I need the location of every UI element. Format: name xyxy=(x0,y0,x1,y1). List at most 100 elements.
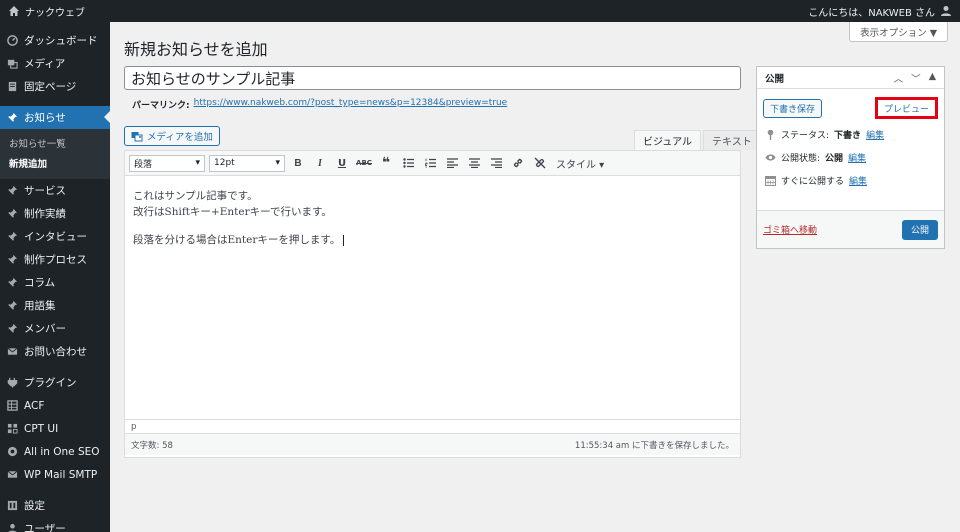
tab-visual[interactable]: ビジュアル xyxy=(634,130,701,150)
publish-visibility-row: 公開状態: 公開 編集 xyxy=(757,146,944,169)
home-icon[interactable] xyxy=(8,5,20,17)
settings-icon xyxy=(6,500,18,512)
grid-icon xyxy=(6,423,18,435)
editor-toolbar: 段落 ▾ 12pt ▾ B I U ABC ❝ スタイル ▾ xyxy=(125,151,740,176)
media-icon xyxy=(131,131,143,141)
blockquote-icon[interactable]: ❝ xyxy=(377,154,395,172)
align-right-icon[interactable] xyxy=(487,154,505,172)
editor-content-area[interactable]: これはサンプル記事です。 改行はShiftキー+Enterキーで行います。 段落を… xyxy=(125,176,740,419)
pin-icon xyxy=(765,129,776,140)
sidebar-item-interview[interactable]: インタビュー xyxy=(0,225,110,248)
publish-box-footer: ゴミ箱へ移動 公開 xyxy=(757,210,944,248)
sidebar-subitem-add-new[interactable]: 新規追加 xyxy=(0,153,110,173)
publish-schedule-row: すぐに公開する 編集 xyxy=(757,169,944,192)
grid-icon xyxy=(6,400,18,412)
post-title-input[interactable]: お知らせのサンプル記事 xyxy=(124,66,741,90)
word-count: 文字数: 58 xyxy=(131,440,173,451)
bold-icon[interactable]: B xyxy=(289,154,307,172)
text-caret xyxy=(343,234,345,246)
edit-status-link[interactable]: 編集 xyxy=(866,128,884,141)
chevron-down-icon: ▾ xyxy=(195,158,200,168)
sidebar-item-news[interactable]: お知らせ xyxy=(0,106,110,129)
permalink-label: パーマリンク: xyxy=(132,101,190,111)
sidebar-item-services[interactable]: サービス xyxy=(0,179,110,202)
sidebar-item-settings[interactable]: 設定 xyxy=(0,494,110,517)
move-to-trash-link[interactable]: ゴミ箱へ移動 xyxy=(763,223,817,236)
numbered-list-icon[interactable] xyxy=(421,154,439,172)
permalink-url[interactable]: https://www.nakweb.com/?post_type=news&p… xyxy=(194,98,508,111)
add-media-button[interactable]: メディアを追加 xyxy=(124,126,220,146)
font-size-select[interactable]: 12pt ▾ xyxy=(209,154,285,172)
edit-schedule-link[interactable]: 編集 xyxy=(849,174,867,187)
sidebar-item-column[interactable]: コラム xyxy=(0,271,110,294)
link-icon[interactable] xyxy=(509,154,527,172)
user-greeting[interactable]: こんにちは、NAKWEB さん xyxy=(808,4,935,19)
sidebar-item-acf[interactable]: ACF xyxy=(0,394,110,417)
sidebar-item-aioseo[interactable]: All in One SEO xyxy=(0,440,110,463)
main-content: 表示オプション ▼ 新規お知らせを追加 お知らせのサンプル記事 パーマリンク: … xyxy=(110,22,960,532)
format-select[interactable]: 段落 ▾ xyxy=(129,154,205,172)
sidebar-item-contact[interactable]: お問い合わせ xyxy=(0,340,110,363)
sidebar-item-users[interactable]: ユーザー xyxy=(0,517,110,532)
pin-icon xyxy=(6,300,18,312)
sidebar-item-works[interactable]: 制作実績 xyxy=(0,202,110,225)
save-draft-button[interactable]: 下書き保存 xyxy=(763,99,823,118)
dashboard-icon xyxy=(6,35,18,47)
sidebar-item-wp-mail-smtp[interactable]: WP Mail SMTP xyxy=(0,463,110,486)
chevron-down-icon: ▾ xyxy=(275,158,280,168)
strikethrough-icon[interactable]: ABC xyxy=(355,154,373,172)
page-title: 新規お知らせを追加 xyxy=(124,40,268,59)
plugin-icon xyxy=(6,377,18,389)
permalink: パーマリンク: https://www.nakweb.com/?post_typ… xyxy=(132,98,507,111)
page-icon xyxy=(6,81,18,93)
align-left-icon[interactable] xyxy=(443,154,461,172)
underline-icon[interactable]: U xyxy=(333,154,351,172)
publish-box-header: 公開 ︿ ﹀ ▲ xyxy=(757,67,944,89)
sidebar-submenu-news: お知らせ一覧 新規追加 xyxy=(0,129,110,179)
admin-sidebar: ダッシュボード メディア 固定ページ お知らせ お知らせ一覧 新規追加 サービス… xyxy=(0,22,110,532)
sidebar-item-pages[interactable]: 固定ページ xyxy=(0,75,110,98)
pin-icon xyxy=(6,112,18,124)
italic-icon[interactable]: I xyxy=(311,154,329,172)
mail-icon xyxy=(6,346,18,358)
post-editor: 段落 ▾ 12pt ▾ B I U ABC ❝ スタイル ▾ これはサンプル記事です… xyxy=(124,150,741,458)
pin-icon xyxy=(6,231,18,243)
tab-text[interactable]: テキスト xyxy=(703,130,761,150)
unlink-icon[interactable] xyxy=(531,154,549,172)
publish-button[interactable]: 公開 xyxy=(901,219,938,240)
align-center-icon[interactable] xyxy=(465,154,483,172)
user-icon[interactable] xyxy=(940,5,952,17)
chevron-down-icon[interactable]: ﹀ xyxy=(911,71,921,85)
content-line: 改行はShiftキー+Enterキーで行います。 xyxy=(133,206,332,218)
sidebar-item-cpt-ui[interactable]: CPT UI xyxy=(0,417,110,440)
preview-button[interactable]: プレビュー xyxy=(874,97,938,119)
sidebar-item-media[interactable]: メディア xyxy=(0,52,110,75)
eye-icon xyxy=(765,152,776,163)
bullet-list-icon[interactable] xyxy=(399,154,417,172)
sidebar-item-members[interactable]: メンバー xyxy=(0,317,110,340)
pin-icon xyxy=(6,254,18,266)
site-name-link[interactable]: ナックウェブ xyxy=(25,4,85,19)
autosave-status: 11:55:34 am に下書きを保存しました。 xyxy=(574,440,734,451)
mail-icon xyxy=(6,469,18,481)
pin-icon xyxy=(6,323,18,335)
chevron-up-icon[interactable]: ︿ xyxy=(894,71,904,85)
sidebar-subitem-news-list[interactable]: お知らせ一覧 xyxy=(0,133,110,153)
sidebar-item-dashboard[interactable]: ダッシュボード xyxy=(0,29,110,52)
element-path: p xyxy=(125,419,740,433)
editor-tabs: ビジュアル テキスト xyxy=(634,130,761,150)
admin-bar: ナックウェブ こんにちは、NAKWEB さん xyxy=(0,0,960,22)
screen-options-button[interactable]: 表示オプション ▼ xyxy=(849,22,948,42)
user-icon xyxy=(6,523,18,532)
edit-visibility-link[interactable]: 編集 xyxy=(848,151,866,164)
media-icon xyxy=(6,58,18,70)
sidebar-item-plugins[interactable]: プラグイン xyxy=(0,371,110,394)
sidebar-item-glossary[interactable]: 用語集 xyxy=(0,294,110,317)
calendar-icon xyxy=(765,175,776,186)
publish-status-row: ステータス: 下書き 編集 xyxy=(757,123,944,146)
sidebar-item-process[interactable]: 制作プロセス xyxy=(0,248,110,271)
pin-icon xyxy=(6,185,18,197)
collapse-toggle-icon[interactable]: ▲ xyxy=(929,71,936,85)
seo-icon xyxy=(6,446,18,458)
style-dropdown[interactable]: スタイル ▾ xyxy=(553,156,607,171)
